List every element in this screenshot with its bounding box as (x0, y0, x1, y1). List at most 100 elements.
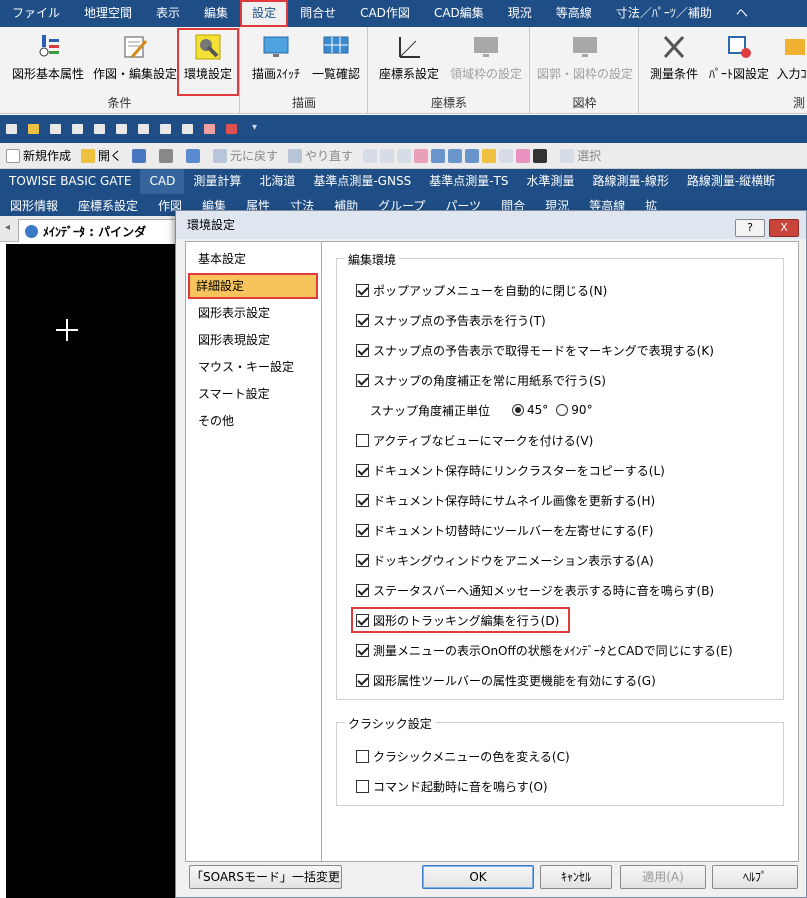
checkbox[interactable] (356, 433, 369, 447)
chk-snap-marking[interactable]: スナップ点の予告表示で取得モードをマーキングで表現する(K) (356, 342, 714, 358)
undo-button[interactable]: 元に戻す (213, 147, 278, 164)
tab-gnss[interactable]: 基準点測量-GNSS (304, 169, 420, 194)
cancel-button[interactable]: ｷｬﾝｾﾙ (540, 865, 612, 889)
category-shape-expression[interactable]: 図形表現設定 (192, 329, 270, 351)
new-button[interactable]: 新規作成 (6, 147, 71, 164)
checkbox[interactable] (356, 613, 369, 627)
qat-close-icon[interactable] (226, 124, 237, 134)
cad-viewport[interactable] (6, 244, 184, 898)
radio-45[interactable] (512, 404, 525, 416)
chk-classic-menu-color[interactable]: クラシックメニューの色を変える(C) (356, 748, 570, 764)
chk-attribute-toolbar[interactable]: 図形属性ツールバーの属性変更機能を有効にする(G) (356, 672, 656, 688)
menu-settings[interactable]: 設定 (240, 0, 289, 27)
menu-cad-draw[interactable]: CAD作図 (348, 0, 422, 27)
chk-command-sound[interactable]: コマンド起動時に音を鳴らす(O) (356, 778, 548, 794)
checkbox[interactable] (356, 343, 369, 357)
menu-view[interactable]: 表示 (144, 0, 192, 27)
survey-conditions-button[interactable]: 測量条件 (646, 31, 702, 93)
title-close-button[interactable]: X (769, 219, 799, 237)
checkbox[interactable] (356, 313, 369, 327)
qat-icon-6[interactable] (116, 124, 127, 134)
chk-status-sound[interactable]: ステータスバーへ通知メッセージを表示する時に音を鳴らす(B) (356, 582, 714, 598)
checkbox[interactable] (356, 673, 369, 687)
qat-dropdown-icon[interactable]: ▾ (252, 122, 257, 133)
shape-attributes-button[interactable]: 図形基本属性 (6, 31, 90, 93)
checkbox[interactable] (356, 583, 369, 597)
draw-edit-settings-button[interactable]: 作図・編集設定 (92, 31, 178, 93)
menu2-coordinate[interactable]: 座標系設定 (68, 197, 148, 214)
qat-icon-8[interactable] (160, 124, 171, 134)
qat-icon-5[interactable] (94, 124, 105, 134)
tab-route-alignment[interactable]: 路線測量-線形 (583, 169, 677, 194)
checkbox[interactable] (356, 493, 369, 507)
frame-settings-button[interactable]: 図郭・図枠の設定 (537, 31, 633, 93)
menu-cad-edit[interactable]: CAD編集 (422, 0, 496, 27)
category-other[interactable]: その他 (192, 410, 234, 432)
apply-button[interactable]: 適用(A) (620, 865, 706, 889)
category-mouse-key[interactable]: マウス・キー設定 (192, 356, 294, 378)
checkbox[interactable] (356, 553, 369, 567)
menu-contour[interactable]: 等高線 (544, 0, 604, 27)
tab-cad[interactable]: CAD (140, 169, 185, 194)
menu-query[interactable]: 問合せ (288, 0, 348, 27)
chk-popup-autoclose[interactable]: ポップアップメニューを自動的に閉じる(N) (356, 282, 607, 298)
input-button[interactable]: 入力ｺ (776, 31, 807, 93)
chk-update-thumbnail[interactable]: ドキュメント保存時にサムネイル画像を更新する(H) (356, 492, 655, 508)
checkbox[interactable] (356, 749, 369, 763)
save-button[interactable] (132, 148, 149, 163)
list-check-button[interactable]: 一覧確認 (307, 31, 365, 93)
category-basic[interactable]: 基本設定 (192, 248, 246, 270)
tab-route-profile[interactable]: 路線測量-縦横断 (678, 169, 784, 194)
print-button[interactable] (159, 148, 176, 163)
category-detail[interactable]: 詳細設定 (188, 273, 318, 299)
tab-hokkaido[interactable]: 北海道 (250, 169, 304, 194)
help-button[interactable]: ﾍﾙﾌﾟ (712, 865, 798, 889)
zoom-tools[interactable] (363, 148, 550, 163)
title-help-button[interactable]: ? (735, 219, 765, 237)
redo-button[interactable]: やり直す (288, 147, 353, 164)
open-button[interactable]: 開く (81, 147, 122, 164)
checkbox[interactable] (356, 373, 369, 387)
menu2-shape-info[interactable]: 図形情報 (0, 197, 68, 214)
menu-dimension[interactable]: 寸法／ﾊﾟｰﾂ／補助 (604, 0, 724, 27)
checkbox[interactable] (356, 779, 369, 793)
qat-folder-icon[interactable] (28, 124, 39, 134)
menu-edit[interactable]: 編集 (192, 0, 240, 27)
qat-icon-4[interactable] (72, 124, 83, 134)
checkbox[interactable] (356, 643, 369, 657)
coordinate-settings-button[interactable]: 座標系設定 (375, 31, 443, 93)
chk-active-view-mark[interactable]: アクティブなビューにマークを付ける(V) (356, 432, 593, 448)
tab-towise-basic-gate[interactable]: TOWISE BASIC GATE (0, 169, 140, 194)
chk-tracking-edit[interactable]: 図形のトラッキング編集を行う(D) (350, 607, 571, 633)
menu-file[interactable]: ファイル (0, 0, 72, 27)
tab-ts[interactable]: 基準点測量-TS (420, 169, 517, 194)
qat-icon-3[interactable] (50, 124, 61, 134)
qat-icon-10[interactable] (204, 124, 215, 134)
qat-save-icon[interactable] (182, 124, 193, 134)
document-tab[interactable]: ﾒｲﾝﾃﾞｰﾀ : パインダ (18, 219, 190, 242)
chk-snap-preview[interactable]: スナップ点の予告表示を行う(T) (356, 312, 546, 328)
environment-settings-button[interactable]: 環境設定 (177, 28, 239, 96)
draw-switch-button[interactable]: 描画ｽｲｯﾁ (247, 31, 305, 93)
chk-survey-menu-sync[interactable]: 測量メニューの表示OnOffの状態をﾒｲﾝﾃﾞｰﾀとCADで同じにする(E) (356, 642, 733, 658)
chk-toolbar-left-align[interactable]: ドキュメント切替時にツールバーを左寄せにする(F) (356, 522, 653, 538)
checkbox[interactable] (356, 463, 369, 477)
checkbox[interactable] (356, 283, 369, 297)
preview-button[interactable] (186, 148, 203, 163)
menu-current[interactable]: 現況 (496, 0, 544, 27)
chk-copy-link-cluster[interactable]: ドキュメント保存時にリンクラスターをコピーする(L) (356, 462, 665, 478)
soars-mode-button[interactable]: 「SOARSモード」一括変更 (189, 865, 342, 889)
menu-help[interactable]: ヘ (724, 0, 760, 27)
tab-survey-calc[interactable]: 測量計算 (184, 169, 250, 194)
category-smart[interactable]: スマート設定 (192, 383, 270, 405)
category-shape-display[interactable]: 図形表示設定 (192, 302, 270, 324)
scroll-left-icon[interactable]: ◂ (5, 222, 10, 233)
part-drawing-settings-button[interactable]: ﾊﾟｰﾄ図設定 (704, 31, 774, 93)
area-frame-settings-button[interactable]: 領域枠の設定 (445, 31, 527, 93)
qat-print-icon[interactable] (138, 124, 149, 134)
radio-90[interactable] (556, 404, 569, 416)
checkbox[interactable] (356, 523, 369, 537)
chk-snap-angle-paper[interactable]: スナップの角度補正を常に用紙系で行う(S) (356, 372, 606, 388)
menu-geospatial[interactable]: 地理空間 (72, 0, 144, 27)
ok-button[interactable]: OK (422, 865, 534, 889)
